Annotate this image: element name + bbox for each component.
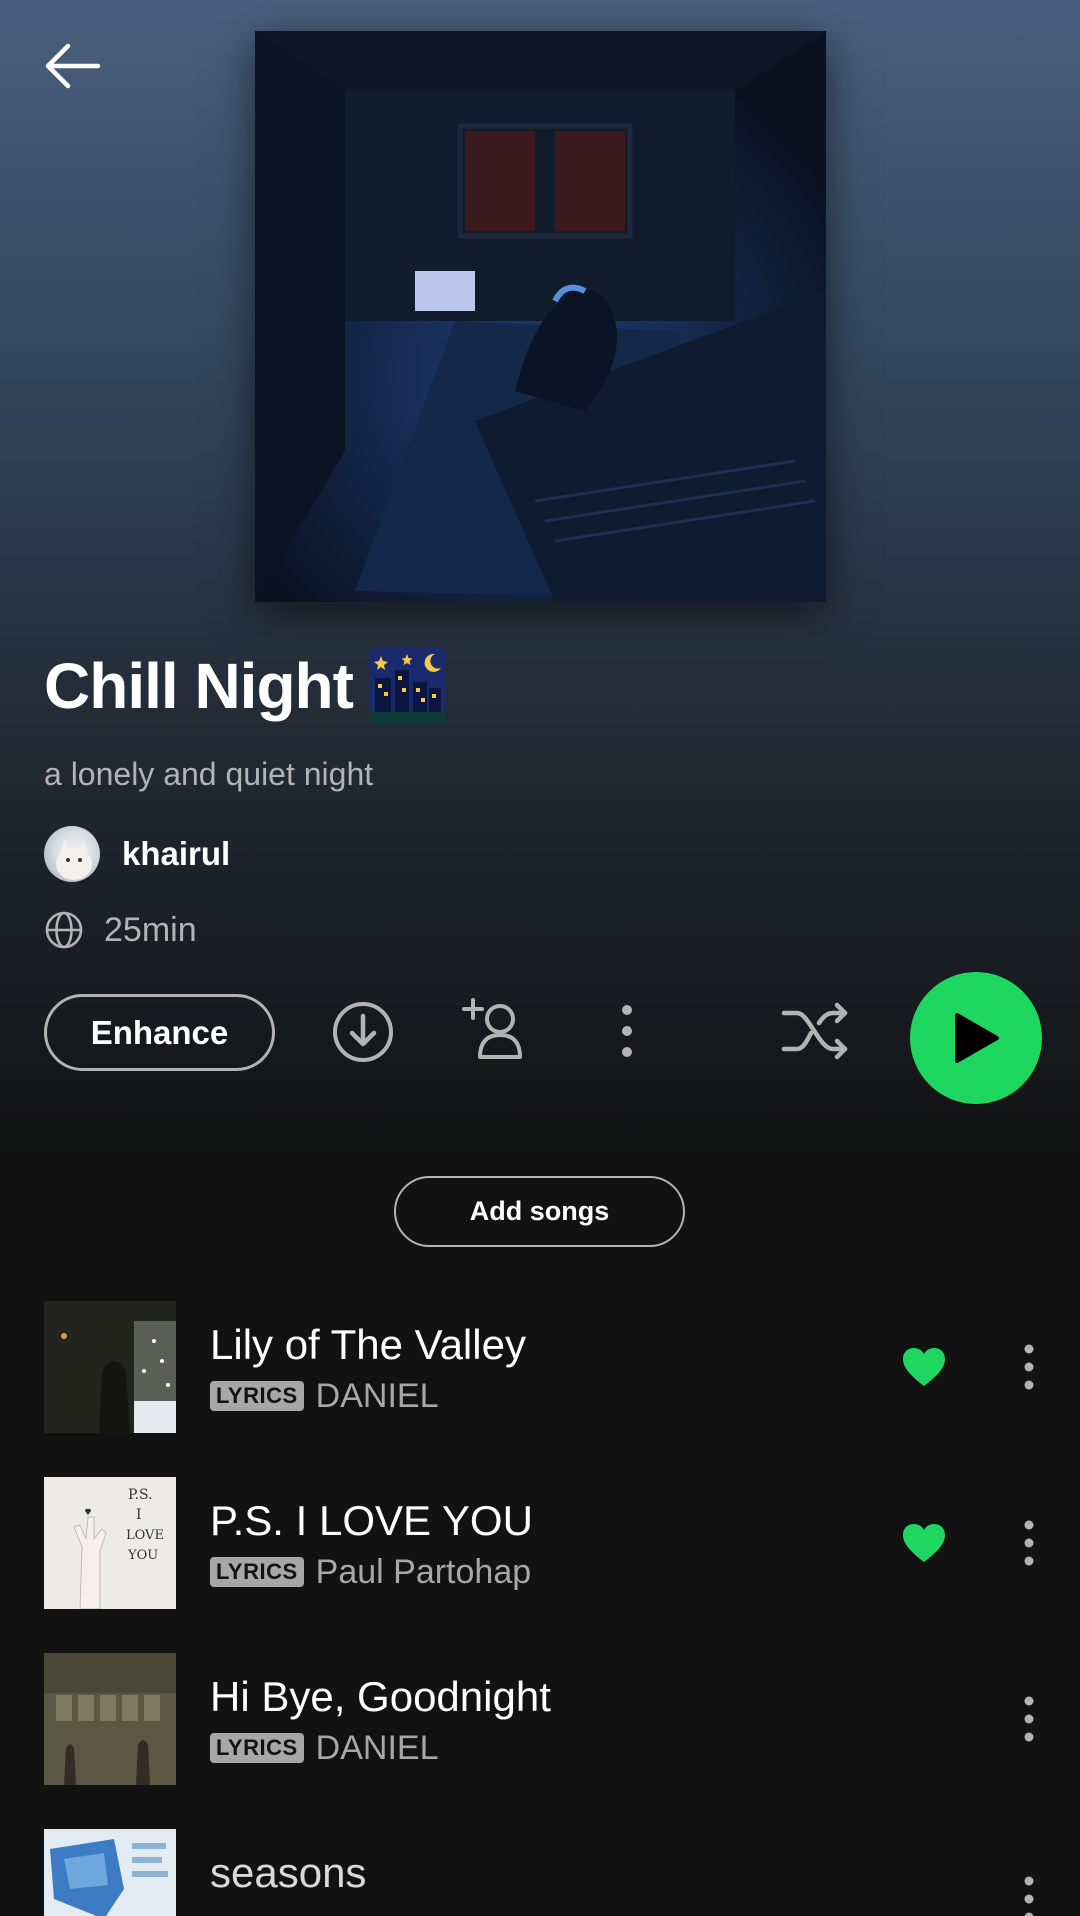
owner-name[interactable]: khairul <box>122 835 230 873</box>
playlist-title: Chill Night <box>44 648 445 724</box>
enhance-button[interactable]: Enhance <box>44 994 275 1071</box>
playlist-description: a lonely and quiet night <box>44 756 374 792</box>
download-icon <box>333 1002 393 1062</box>
playlist-duration: 25min <box>104 910 197 949</box>
more-vertical-icon <box>622 1005 632 1057</box>
track-row[interactable]: P.S. I LOVE YOU P.S. I LOVE YOU LYRICS P… <box>44 1477 1044 1609</box>
more-vertical-icon <box>1024 1344 1034 1390</box>
track-artist[interactable]: Paul Partohap <box>316 1553 532 1592</box>
add-user-icon <box>462 998 522 1059</box>
play-icon <box>955 1013 999 1063</box>
globe-icon <box>45 911 83 949</box>
back-button[interactable] <box>36 30 108 102</box>
heart-icon <box>903 1348 945 1386</box>
track-row[interactable]: Hi Bye, Goodnight LYRICS DANIEL <box>44 1653 1044 1785</box>
track-artwork <box>44 1301 176 1433</box>
add-collaborator-button[interactable] <box>460 996 530 1062</box>
night-city-emoji-icon <box>368 648 445 724</box>
shuffle-icon <box>781 1002 848 1060</box>
track-more-button[interactable] <box>1014 1689 1044 1749</box>
play-button[interactable] <box>910 972 1042 1104</box>
svg-text:I: I <box>136 1507 142 1523</box>
like-button[interactable] <box>896 1339 952 1395</box>
svg-text:YOU: YOU <box>127 1548 158 1563</box>
track-title: seasons <box>210 1849 367 1896</box>
add-songs-button[interactable]: Add songs <box>394 1176 685 1247</box>
more-vertical-icon <box>1024 1696 1034 1742</box>
track-more-button[interactable] <box>1014 1513 1044 1573</box>
track-artist[interactable]: DANIEL <box>316 1729 439 1768</box>
shuffle-button[interactable] <box>780 998 852 1064</box>
track-artwork <box>44 1829 176 1916</box>
more-options-button[interactable] <box>600 998 654 1064</box>
playlist-meta: 25min <box>44 910 197 950</box>
playlist-cover <box>255 31 826 602</box>
svg-text:P.S.: P.S. <box>128 1487 153 1503</box>
owner-avatar[interactable] <box>44 826 100 882</box>
cover-illustration <box>255 31 826 602</box>
heart-icon <box>903 1524 945 1562</box>
back-arrow-icon <box>45 43 101 89</box>
svg-text:LOVE: LOVE <box>126 1528 164 1543</box>
track-more-button[interactable] <box>1014 1869 1044 1916</box>
track-artwork: P.S. I LOVE YOU <box>44 1477 176 1609</box>
track-row[interactable]: Lily of The Valley LYRICS DANIEL <box>44 1301 1044 1433</box>
like-button[interactable] <box>896 1515 952 1571</box>
track-artwork <box>44 1653 176 1785</box>
lyrics-badge: LYRICS <box>210 1381 304 1411</box>
playlist-owner[interactable]: khairul <box>44 826 230 882</box>
more-vertical-icon <box>1024 1876 1034 1916</box>
download-button[interactable] <box>330 999 396 1065</box>
playlist-title-text: Chill Night <box>44 650 354 722</box>
cat-avatar-icon <box>56 840 92 880</box>
track-more-button[interactable] <box>1014 1337 1044 1397</box>
track-row[interactable]: seasons <box>44 1829 1044 1916</box>
more-vertical-icon <box>1024 1520 1034 1566</box>
track-title: Lily of The Valley <box>210 1320 526 1368</box>
track-artist[interactable]: DANIEL <box>316 1377 439 1416</box>
lyrics-badge: LYRICS <box>210 1733 304 1763</box>
track-title: Hi Bye, Goodnight <box>210 1672 551 1720</box>
lyrics-badge: LYRICS <box>210 1557 304 1587</box>
track-title: P.S. I LOVE YOU <box>210 1496 533 1544</box>
